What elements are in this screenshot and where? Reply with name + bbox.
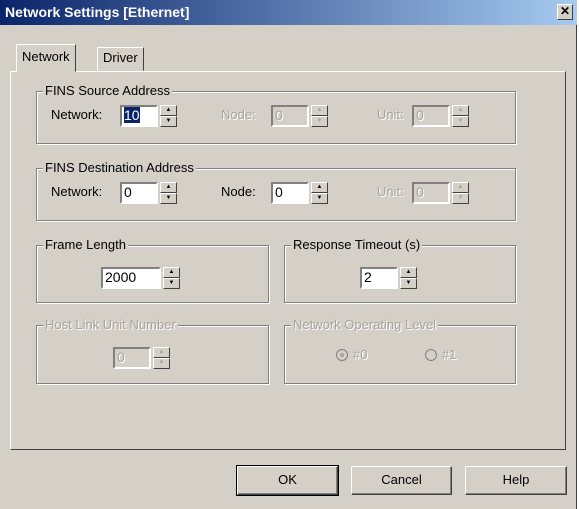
frame-length-spinner[interactable]: 2000 ▲ ▼ — [101, 267, 181, 289]
destination-unit-input: 0 — [412, 182, 450, 204]
fins-source-title: FINS Source Address — [43, 83, 172, 98]
level-1-label: #1 — [442, 347, 457, 362]
source-unit-label: Unit: — [377, 107, 404, 122]
fins-destination-group: FINS Destination Address Network: 0 ▲ ▼ N… — [36, 160, 516, 221]
spin-up-icon: ▲ — [153, 347, 170, 358]
frame-length-group: Frame Length 2000 ▲ ▼ — [36, 237, 269, 303]
spin-down-icon[interactable]: ▼ — [163, 278, 180, 289]
spin-down-icon[interactable]: ▼ — [160, 116, 177, 127]
spin-up-icon[interactable]: ▲ — [400, 267, 417, 278]
ok-button[interactable]: OK — [236, 465, 339, 496]
source-unit-spinner: 0 ▲ ▼ — [412, 105, 469, 127]
network-level-title: Network Operating Level — [291, 317, 439, 332]
spin-down-icon: ▼ — [153, 358, 170, 369]
destination-network-spinner[interactable]: 0 ▲ ▼ — [120, 182, 178, 204]
destination-unit-spinner: 0 ▲ ▼ — [412, 182, 469, 204]
response-timeout-input[interactable]: 2 — [360, 267, 398, 289]
fins-source-group: FINS Source Address Network: 10 ▲ ▼ Node:… — [36, 83, 516, 144]
source-node-input: 0 — [271, 105, 309, 127]
level-0-label: #0 — [353, 347, 368, 362]
spin-up-icon[interactable]: ▲ — [160, 105, 177, 116]
cancel-button[interactable]: Cancel — [351, 466, 452, 495]
spin-up-icon[interactable]: ▲ — [163, 267, 180, 278]
frame-length-title: Frame Length — [43, 237, 128, 252]
host-link-title: Host Link Unit Number — [43, 317, 178, 332]
network-settings-dialog: Network Settings [Ethernet] ✕ Network Dr… — [0, 0, 577, 509]
response-timeout-group: Response Timeout (s) 2 ▲ ▼ — [284, 237, 516, 303]
destination-node-label: Node: — [221, 184, 256, 199]
spin-up-icon: ▲ — [311, 105, 328, 116]
spin-up-icon[interactable]: ▲ — [160, 182, 177, 193]
title-bar[interactable]: Network Settings [Ethernet] ✕ — [0, 0, 577, 25]
destination-network-input[interactable]: 0 — [120, 182, 158, 204]
spin-down-icon: ▼ — [452, 116, 469, 127]
close-button[interactable]: ✕ — [557, 4, 573, 20]
source-node-spinner: 0 ▲ ▼ — [271, 105, 328, 127]
destination-node-spinner[interactable]: 0 ▲ ▼ — [271, 182, 328, 204]
frame-length-input[interactable]: 2000 — [101, 267, 161, 289]
host-link-group: Host Link Unit Number 0 ▲ ▼ — [36, 317, 269, 384]
spin-up-icon: ▲ — [452, 182, 469, 193]
spin-up-icon[interactable]: ▲ — [311, 182, 328, 193]
level-1-radio — [425, 349, 437, 361]
close-icon: ✕ — [559, 4, 571, 18]
destination-network-label: Network: — [51, 184, 103, 199]
spin-down-icon[interactable]: ▼ — [160, 193, 177, 204]
source-network-label: Network: — [51, 107, 103, 122]
source-network-input[interactable]: 10 — [120, 105, 158, 127]
window-title: Network Settings [Ethernet] — [5, 4, 190, 20]
spin-down-icon[interactable]: ▼ — [400, 278, 417, 289]
level-0-radio — [336, 349, 348, 361]
spin-down-icon[interactable]: ▼ — [311, 193, 328, 204]
network-level-group: Network Operating Level #0 #1 — [284, 317, 516, 384]
help-button[interactable]: Help — [465, 466, 567, 495]
destination-node-input[interactable]: 0 — [271, 182, 309, 204]
source-network-spinner[interactable]: 10 ▲ ▼ — [120, 105, 178, 127]
host-link-input: 0 — [113, 347, 151, 369]
tab-driver[interactable]: Driver — [97, 47, 144, 71]
fins-destination-title: FINS Destination Address — [43, 160, 196, 175]
spin-up-icon: ▲ — [452, 105, 469, 116]
response-timeout-spinner[interactable]: 2 ▲ ▼ — [360, 267, 417, 289]
network-tab-panel: FINS Source Address Network: 10 ▲ ▼ Node:… — [10, 71, 566, 450]
spin-down-icon: ▼ — [452, 193, 469, 204]
host-link-spinner: 0 ▲ ▼ — [113, 347, 170, 369]
source-node-label: Node: — [221, 107, 256, 122]
destination-unit-label: Unit: — [377, 184, 404, 199]
tab-network[interactable]: Network — [16, 44, 76, 72]
spin-down-icon: ▼ — [311, 116, 328, 127]
source-unit-input: 0 — [412, 105, 450, 127]
response-timeout-title: Response Timeout (s) — [291, 237, 423, 252]
